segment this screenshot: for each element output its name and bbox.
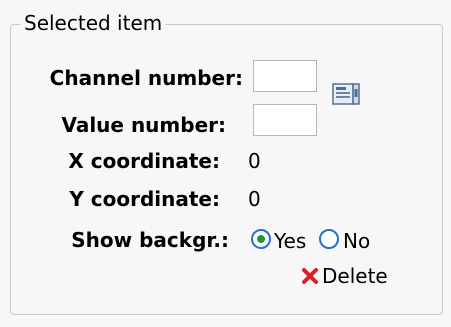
- background-yes-label[interactable]: Yes: [274, 228, 306, 254]
- channel-number-label: Channel number:: [49, 66, 243, 90]
- background-no-radio[interactable]: [319, 229, 339, 249]
- value-number-label: Value number:: [61, 113, 226, 137]
- delete-button[interactable]: Delete: [322, 263, 388, 289]
- channel-picker-icon[interactable]: [332, 83, 360, 107]
- channel-number-input[interactable]: [253, 60, 317, 92]
- background-yes-radio[interactable]: [251, 229, 271, 249]
- y-coordinate-value: 0: [248, 187, 261, 211]
- panel-legend: Selected item: [20, 10, 167, 36]
- x-coordinate-label: X coordinate:: [68, 149, 220, 173]
- y-coordinate-label: Y coordinate:: [69, 187, 220, 211]
- x-coordinate-value: 0: [248, 149, 261, 173]
- background-no-label[interactable]: No: [343, 228, 370, 254]
- delete-x-icon[interactable]: [299, 265, 321, 287]
- show-background-label: Show backgr.:: [71, 228, 229, 252]
- radio-selected-dot: [257, 235, 265, 243]
- value-number-input[interactable]: [253, 104, 317, 136]
